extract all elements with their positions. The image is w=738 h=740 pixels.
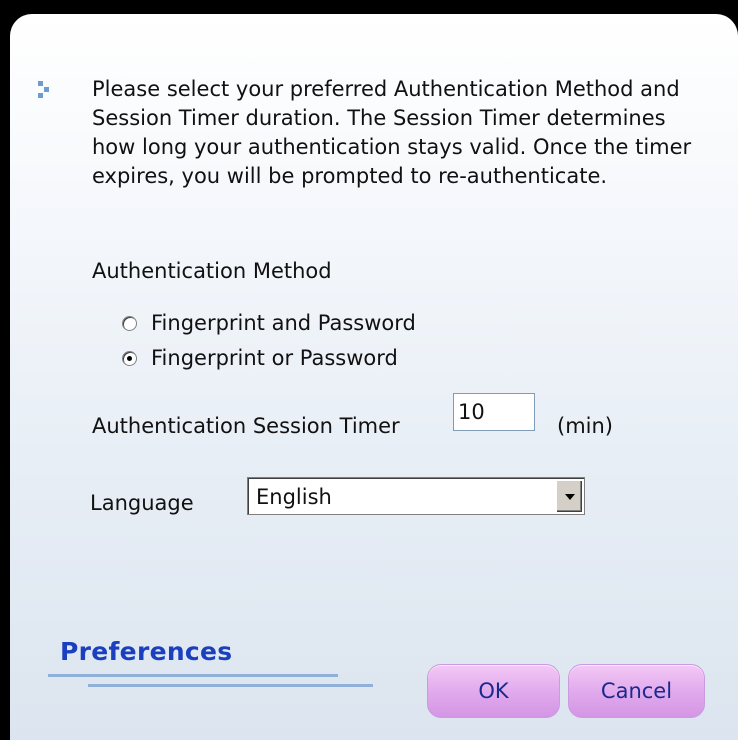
bullet-arrow-icon [38,81,52,109]
language-selected-value: English [256,485,332,509]
timer-unit-label: (min) [557,414,613,438]
ok-button[interactable]: OK [427,664,560,718]
brand-title: Preferences [60,637,233,666]
brand-underline-bottom [88,684,373,687]
instructions-text: Please select your preferred Authenticat… [92,77,692,188]
session-timer-input[interactable] [453,393,535,431]
cancel-button[interactable]: Cancel [568,664,705,718]
auth-method-label: Authentication Method [92,259,332,283]
dropdown-arrow-icon[interactable] [556,480,582,512]
preferences-dialog: Please select your preferred Authenticat… [10,14,738,740]
radio-option-fingerprint-or-password[interactable]: Fingerprint or Password [122,345,398,371]
radio-option-fingerprint-and-password[interactable]: Fingerprint and Password [122,310,416,336]
radio-label: Fingerprint or Password [151,346,398,370]
brand-underline-top [48,674,338,677]
radio-label: Fingerprint and Password [151,311,416,335]
radio-button-selected[interactable] [122,350,137,366]
language-select[interactable]: English [247,477,585,515]
session-timer-label: Authentication Session Timer [92,414,400,438]
radio-button[interactable] [122,315,137,331]
language-label: Language [90,491,194,515]
